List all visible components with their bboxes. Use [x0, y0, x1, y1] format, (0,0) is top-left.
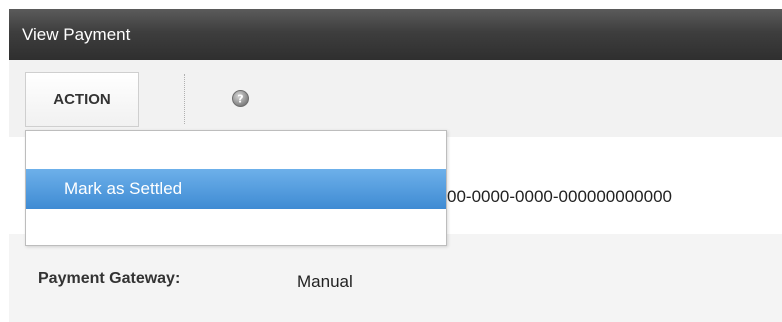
toolbar: ACTION ? [9, 60, 782, 138]
window-title: View Payment [22, 25, 131, 44]
payment-id-value: 00-0000-0000-000000000000 [447, 187, 672, 206]
help-icon[interactable]: ? [232, 90, 249, 107]
action-dropdown-menu: Mark as Settled [25, 130, 447, 246]
payment-gateway-value: Manual [297, 272, 353, 291]
payment-gateway-row: Payment Gateway: Manual [9, 234, 782, 322]
toolbar-separator [184, 74, 185, 124]
svg-text:?: ? [237, 93, 243, 106]
action-button[interactable]: ACTION [25, 72, 139, 127]
payment-gateway-label: Payment Gateway: [38, 270, 181, 287]
menu-item-mark-as-settled[interactable]: Mark as Settled [26, 169, 446, 209]
window-title-bar: View Payment [9, 9, 782, 60]
